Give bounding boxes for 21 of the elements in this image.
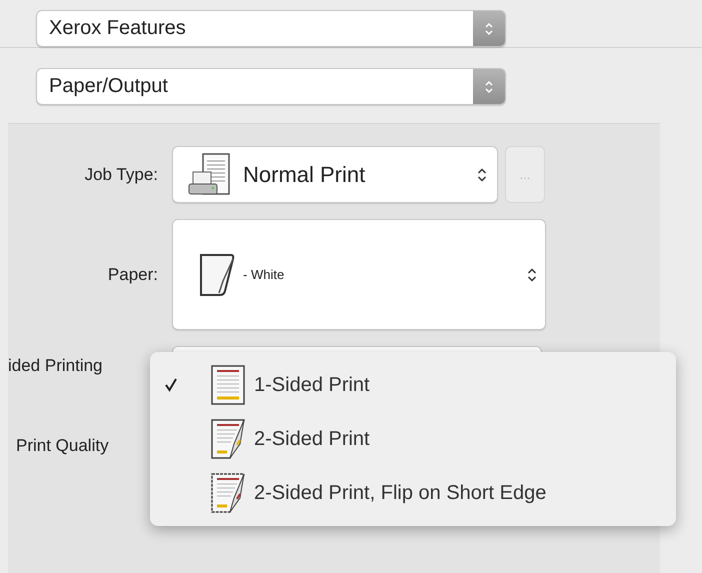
menu-item[interactable]: 1-Sided Print (150, 358, 676, 412)
document-icon (210, 364, 246, 406)
field-label: Job Type: (84, 164, 158, 184)
stepper-icon (473, 69, 505, 104)
field-label: Paper: (106, 264, 158, 284)
job-type-popup[interactable]: Normal Print (172, 146, 498, 203)
section-popup[interactable]: Paper/Output (36, 68, 506, 105)
stepper-icon (477, 166, 487, 182)
printer-icon (187, 152, 233, 198)
menu-item[interactable]: 2-Sided Print, Flip on Short Edge (150, 466, 676, 520)
paper-icon (197, 252, 237, 296)
checkmark-icon (164, 378, 178, 392)
folded-document-icon (210, 472, 246, 514)
menu-item[interactable]: 2-Sided Print (150, 412, 676, 466)
stepper-icon (473, 11, 505, 46)
paper-popup[interactable]: - White (172, 219, 546, 330)
field-label: Print Quality (15, 436, 110, 456)
stepper-icon (527, 266, 537, 282)
folded-document-icon (210, 418, 246, 460)
features-popup[interactable]: Xerox Features (36, 10, 506, 47)
field-label: ided Printing (8, 356, 104, 376)
